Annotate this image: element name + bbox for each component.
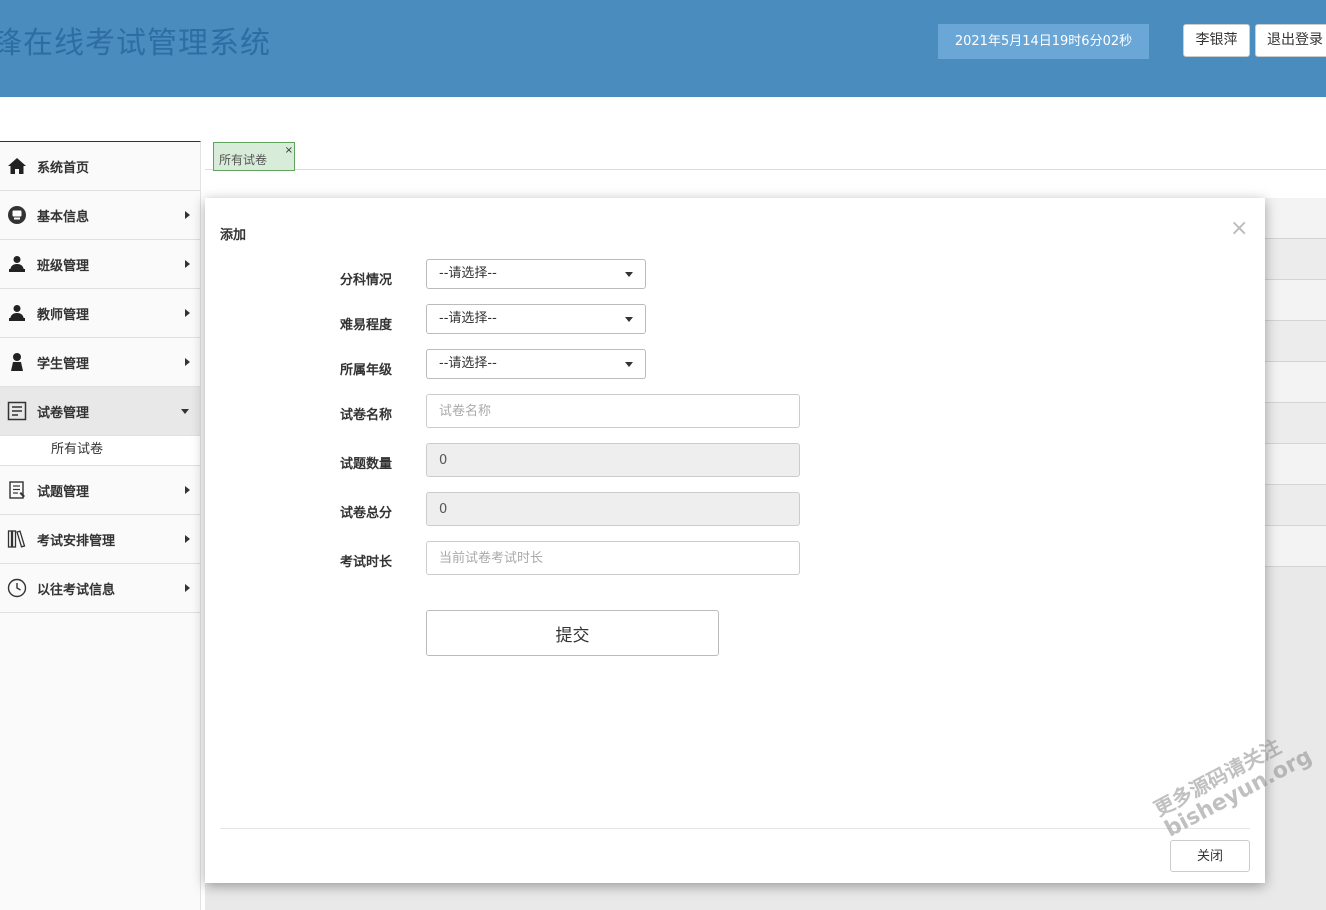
paper-icon — [7, 401, 27, 421]
sidebar-item-past-exams[interactable]: 以往考试信息 — [0, 564, 200, 613]
home-icon — [7, 156, 27, 176]
caret-right-icon — [185, 486, 190, 494]
grade-select-value: --请选择-- — [439, 356, 497, 371]
caret-right-icon — [185, 211, 190, 219]
subject-label: 分科情况 — [340, 273, 393, 288]
question-count-label: 试题数量 — [340, 457, 393, 472]
add-paper-modal: 添加 × 分科情况 --请选择-- 难易程度 --请选择-- 所属年级 --请选… — [205, 198, 1265, 883]
sidebar-item-label: 以往考试信息 — [37, 582, 116, 598]
difficulty-select[interactable]: --请选择-- — [426, 304, 646, 334]
question-icon — [7, 480, 27, 500]
sidebar-item-label: 考试安排管理 — [37, 533, 116, 549]
teacher-icon — [7, 303, 27, 323]
grade-select[interactable]: --请选择-- — [426, 349, 646, 379]
table-row — [1262, 485, 1326, 526]
sidebar-item-paper[interactable]: 试卷管理 — [0, 387, 200, 436]
sidebar-item-student[interactable]: 学生管理 — [0, 338, 200, 387]
sidebar-subitem-all-papers[interactable]: 所有试卷 — [0, 436, 200, 466]
app-title: 锋在线考试管理系统 — [0, 26, 271, 61]
sidebar-item-exam-schedule[interactable]: 考试安排管理 — [0, 515, 200, 564]
table-row — [1262, 444, 1326, 485]
sidebar-item-label: 教师管理 — [37, 307, 90, 323]
duration-input[interactable] — [426, 541, 800, 575]
modal-footer-divider — [220, 828, 1250, 829]
chevron-down-icon — [625, 272, 633, 277]
sidebar-item-label: 试题管理 — [37, 484, 90, 500]
sidebar-item-label: 学生管理 — [37, 356, 90, 372]
table-row — [1262, 198, 1326, 239]
total-score-input — [426, 492, 800, 526]
caret-right-icon — [185, 584, 190, 592]
caret-right-icon — [185, 358, 190, 366]
modal-title: 添加 — [220, 228, 247, 243]
table-row — [1262, 403, 1326, 444]
sidebar-item-home[interactable]: 系统首页 — [0, 142, 200, 191]
table-row — [1262, 362, 1326, 403]
tab-strip-line — [205, 169, 1326, 170]
table-row — [1262, 239, 1326, 280]
tab-label: 所有试卷 — [219, 153, 268, 167]
chevron-down-icon — [625, 362, 633, 367]
clock-display: 2021年5月14日19时6分02秒 — [938, 24, 1149, 59]
tab-all-papers[interactable]: 所有试卷 × — [213, 142, 295, 171]
paper-name-label: 试卷名称 — [340, 408, 393, 423]
close-button[interactable]: 关闭 — [1170, 840, 1250, 872]
sidebar-item-label: 系统首页 — [37, 160, 90, 176]
user-button[interactable]: 李银萍 — [1183, 24, 1250, 57]
chevron-down-icon — [625, 317, 633, 322]
difficulty-label: 难易程度 — [340, 318, 393, 333]
caret-right-icon — [185, 535, 190, 543]
info-icon — [7, 205, 27, 225]
class-icon — [7, 254, 27, 274]
top-header: 锋在线考试管理系统 2021年5月14日19时6分02秒 李银萍 退出登录 — [0, 0, 1326, 97]
table-row — [1262, 321, 1326, 362]
caret-right-icon — [185, 260, 190, 268]
sidebar-item-class[interactable]: 班级管理 — [0, 240, 200, 289]
sidebar-item-teacher[interactable]: 教师管理 — [0, 289, 200, 338]
question-count-input — [426, 443, 800, 477]
clock-icon — [7, 578, 27, 598]
table-row — [1262, 280, 1326, 321]
table-row — [1262, 526, 1326, 567]
logout-button[interactable]: 退出登录 — [1255, 24, 1326, 57]
books-icon — [7, 529, 27, 549]
student-icon — [7, 352, 27, 372]
subject-select-value: --请选择-- — [439, 266, 497, 281]
subject-select[interactable]: --请选择-- — [426, 259, 646, 289]
sidebar-item-label: 基本信息 — [37, 209, 90, 225]
caret-right-icon — [185, 309, 190, 317]
grade-label: 所属年级 — [340, 363, 393, 378]
sidebar-item-label: 班级管理 — [37, 258, 90, 274]
tab-close-icon[interactable]: × — [285, 146, 293, 156]
background-table — [1262, 198, 1326, 600]
submit-button[interactable]: 提交 — [426, 610, 719, 656]
duration-label: 考试时长 — [340, 555, 393, 570]
difficulty-select-value: --请选择-- — [439, 311, 497, 326]
sidebar-item-question[interactable]: 试题管理 — [0, 466, 200, 515]
sidebar-item-label: 试卷管理 — [37, 405, 90, 421]
sidebar-item-basic-info[interactable]: 基本信息 — [0, 191, 200, 240]
sidebar: 系统首页 基本信息 班级管理 教师管理 学生管理 试卷管理 所有试卷 试题管理 … — [0, 141, 201, 910]
total-score-label: 试卷总分 — [340, 506, 393, 521]
close-icon[interactable]: × — [1230, 218, 1248, 240]
paper-name-input[interactable] — [426, 394, 800, 428]
caret-down-icon — [181, 409, 189, 414]
